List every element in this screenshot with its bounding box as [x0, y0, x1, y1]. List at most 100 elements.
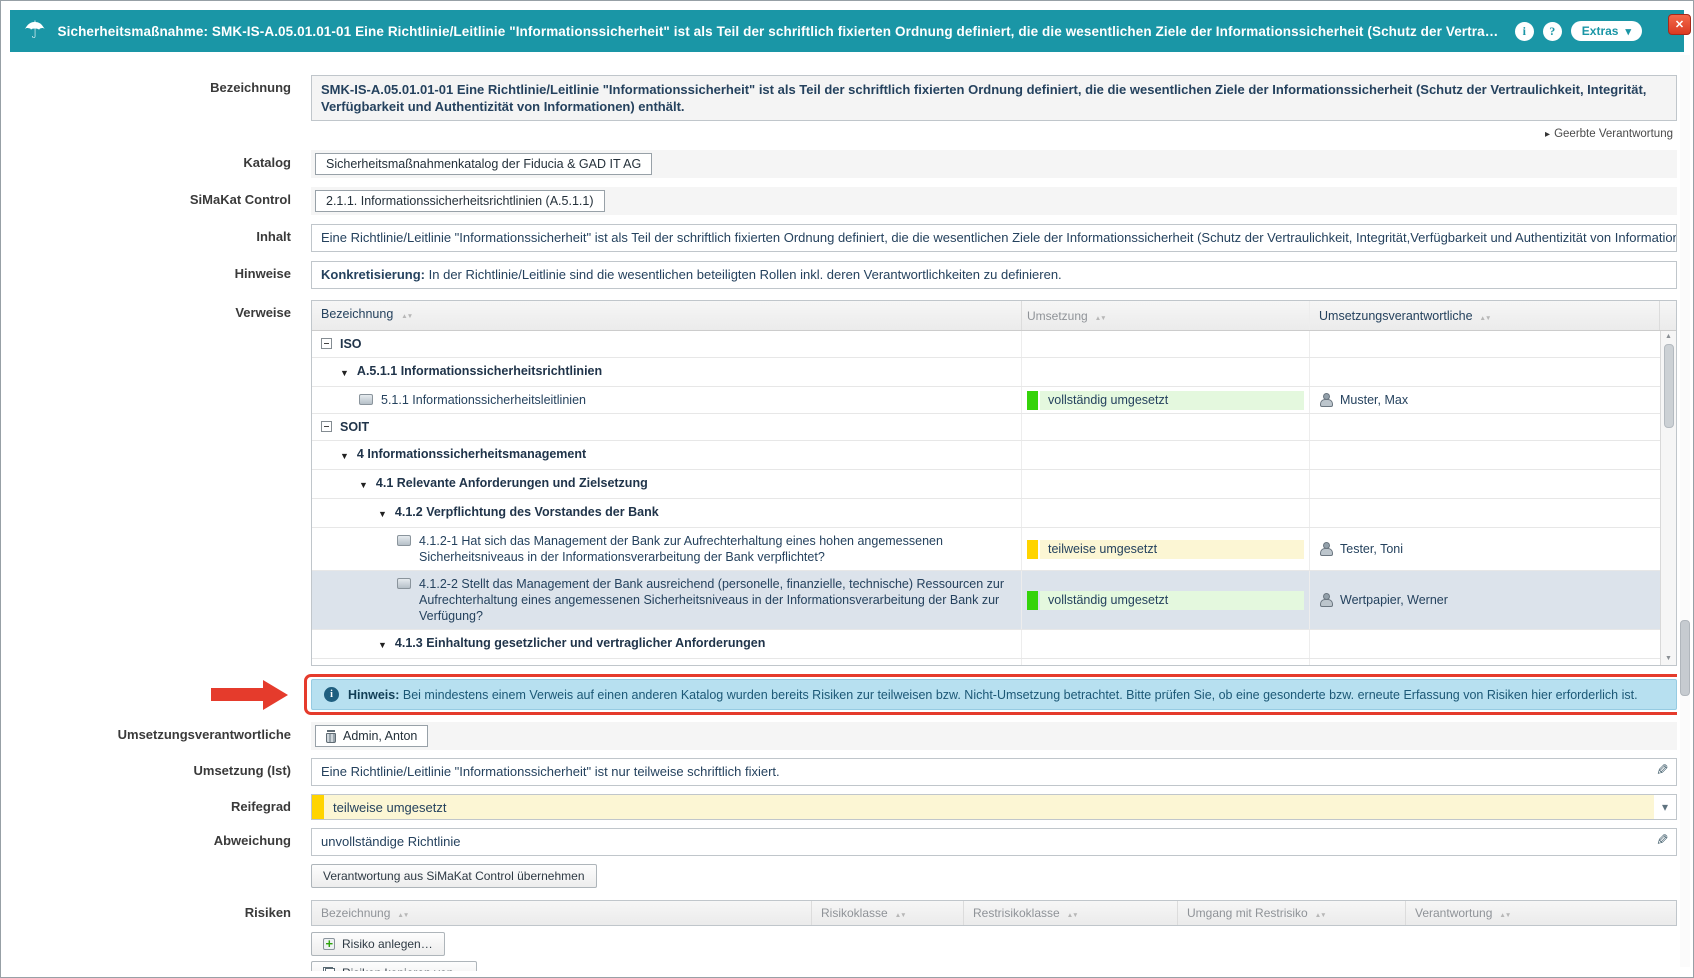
triangle-right-icon [1545, 128, 1554, 140]
dropdown-caret-icon[interactable] [1654, 795, 1676, 819]
inhalt-field[interactable]: Eine Richtlinie/Leitlinie "Informationss… [311, 224, 1677, 252]
column-header-risikoklasse[interactable]: Risikoklasse [812, 901, 964, 925]
verantwortung-uebernehmen-button[interactable]: Verantwortung aus SiMaKat Control überne… [311, 864, 597, 888]
hint-title: Hinweis: [348, 688, 399, 702]
status-indicator: vollständig umgesetzt [1027, 391, 1304, 410]
hint-row: i Hinweis: Bei mindestens einem Verweis … [11, 679, 1677, 710]
sort-icon[interactable] [1480, 309, 1491, 323]
expanded-node-icon[interactable] [378, 505, 387, 522]
column-header-umsetzungsverantwortliche[interactable]: Umsetzungsverantwortliche [1310, 301, 1660, 330]
verweise-row[interactable]: ISO [312, 331, 1660, 358]
katalog-chip[interactable]: Sicherheitsmaßnahmenkatalog der Fiducia … [315, 153, 652, 175]
column-header-verantwortung[interactable]: Verantwortung [1406, 901, 1676, 925]
column-header-bezeichnung[interactable]: Bezeichnung [312, 301, 1022, 330]
trash-icon[interactable] [326, 730, 336, 743]
verweise-row[interactable]: 5.1.1 Informationssicherheitsleitlinien v… [312, 387, 1660, 414]
document-icon [359, 394, 373, 405]
expanded-node-icon[interactable] [359, 476, 368, 493]
row-label: 4.1.2-1 Hat sich das Management der Bank… [419, 533, 1012, 565]
status-text: vollständig umgesetzt [1040, 391, 1304, 410]
row-label: ISO [340, 336, 362, 352]
scrollbar-thumb[interactable] [1664, 344, 1674, 428]
titlebar: Sicherheitsmaßnahme: SMK-IS-A.05.01.01-0… [10, 10, 1684, 52]
sort-icon[interactable] [895, 906, 906, 920]
reifegrad-select[interactable]: teilweise umgesetzt [311, 794, 1677, 820]
hinweise-label: Hinweise [11, 261, 311, 289]
expanded-node-icon[interactable] [340, 364, 349, 381]
uebernehmen-row: Verantwortung aus SiMaKat Control überne… [11, 864, 1677, 888]
sort-icon[interactable] [401, 306, 412, 325]
row-label: 4.1.2 Verpflichtung des Vorstandes der B… [395, 504, 659, 520]
inhalt-row: Inhalt Eine Richtlinie/Leitlinie "Inform… [11, 224, 1677, 252]
verweise-row[interactable]: A.5.1.1 Informationssicherheitsrichtlini… [312, 358, 1660, 387]
sort-icon[interactable] [1067, 906, 1078, 920]
geerbte-verantwortung-link[interactable]: Geerbte Verantwortung [1545, 128, 1673, 140]
verweise-scrollbar[interactable]: ▲ ▼ [1660, 331, 1676, 665]
page-scrollbar-thumb[interactable] [1680, 620, 1690, 696]
hinweise-row: Hinweise Konkretisierung: In der Richtli… [11, 261, 1677, 289]
simakat-chip[interactable]: 2.1.1. Informationssicherheitsrichtlinie… [315, 190, 605, 212]
umbrella-icon [24, 19, 46, 43]
hinweise-field[interactable]: Konkretisierung: In der Richtlinie/Leitl… [311, 261, 1677, 289]
umsetzung-ist-field[interactable]: Eine Richtlinie/Leitlinie "Informationss… [311, 758, 1677, 786]
verweise-row[interactable]: 4.1.2 Verpflichtung des Vorstandes der B… [312, 499, 1660, 528]
header-spacer [1660, 301, 1676, 330]
column-header-risiko-bezeichnung[interactable]: Bezeichnung [312, 901, 812, 925]
row-label: 4.1.2-2 Stellt das Management der Bank a… [419, 576, 1012, 624]
info-circle-icon: i [324, 687, 339, 702]
person-icon [1319, 542, 1333, 556]
status-text: teilweise umgesetzt [1040, 540, 1304, 559]
app-window: Sicherheitsmaßnahme: SMK-IS-A.05.01.01-0… [0, 0, 1694, 978]
hint-text-wrap: Hinweis: Bei mindestens einem Verweis au… [348, 688, 1638, 702]
bezeichnung-field[interactable]: SMK-IS-A.05.01.01-01 Eine Richtlinie/Lei… [311, 75, 1677, 121]
document-icon [397, 578, 411, 589]
column-header-umgang-mit-restrisiko[interactable]: Umgang mit Restrisiko [1178, 901, 1406, 925]
copy-icon [323, 967, 335, 971]
row-label: 4 Informationssicherheitsmanagement [357, 446, 586, 462]
scroll-down-icon[interactable]: ▼ [1665, 655, 1672, 663]
column-header-umsetzung[interactable]: Umsetzung [1022, 301, 1310, 330]
sort-icon[interactable] [397, 906, 408, 920]
risiko-anlegen-button[interactable]: Risiko anlegen… [311, 932, 445, 956]
help-icon[interactable]: ? [1543, 22, 1562, 41]
edit-icon[interactable] [1656, 833, 1669, 849]
verweise-row[interactable]: SOIT [312, 414, 1660, 441]
page-scrollbar[interactable] [1680, 55, 1690, 967]
row-label: 5.1.1 Informationssicherheitsleitlinien [381, 392, 586, 408]
abweichung-field[interactable]: unvollständige Richtlinie [311, 828, 1677, 856]
sort-icon[interactable] [1315, 906, 1326, 920]
collapse-minus-icon[interactable] [321, 421, 332, 432]
verweise-row[interactable]: 4.1.3 Einhaltung gesetzlicher und vertra… [312, 630, 1660, 659]
column-header-restrisikoklasse[interactable]: Restrisikoklasse [964, 901, 1178, 925]
collapse-minus-icon[interactable] [321, 338, 332, 349]
verweise-row[interactable]: 4 Informationssicherheitsmanagement [312, 441, 1660, 470]
hint-text: Bei mindestens einem Verweis auf einen a… [403, 688, 1638, 702]
verweise-row[interactable]: 4.1.2-2 Stellt das Management der Bank a… [312, 571, 1660, 630]
abweichung-row: Abweichung unvollständige Richtlinie [11, 828, 1677, 856]
close-button[interactable] [1668, 14, 1691, 35]
bezeichnung-label: Bezeichnung [11, 75, 311, 142]
status-color-block [312, 795, 324, 819]
sort-icon[interactable] [1095, 309, 1106, 323]
scroll-up-icon[interactable]: ▲ [1665, 333, 1672, 341]
person-chip[interactable]: Admin, Anton [315, 725, 428, 747]
verweise-row[interactable]: 4.1.3-1 Sind die gesetzlichen und vertra… [312, 659, 1660, 665]
reifegrad-row: Reifegrad teilweise umgesetzt [11, 794, 1677, 820]
verweise-rows: ISO A.5.1.1 Informationssicherheitsrichtl… [312, 331, 1660, 665]
sort-icon[interactable] [1499, 906, 1510, 920]
expanded-node-icon[interactable] [378, 636, 387, 653]
edit-icon[interactable] [1656, 763, 1669, 779]
verweise-row[interactable]: 4.1 Relevante Anforderungen und Zielsetz… [312, 470, 1660, 499]
verweise-row[interactable]: 4.1.2-1 Hat sich das Management der Bank… [312, 528, 1660, 571]
risiken-kopieren-button[interactable]: Risiken kopieren von… [311, 961, 477, 971]
katalog-label: Katalog [11, 150, 311, 178]
risiken-header: Bezeichnung Risikoklasse Restrisikoklass… [312, 901, 1676, 925]
hinweise-bold-prefix: Konkretisierung: [321, 267, 425, 282]
expanded-node-icon[interactable] [340, 447, 349, 464]
simakat-row: SiMaKat Control 2.1.1. Informationssiche… [11, 187, 1677, 215]
extras-button[interactable]: Extras [1571, 21, 1642, 41]
info-icon[interactable]: i [1515, 22, 1534, 41]
status-color-block [1027, 391, 1038, 410]
reifegrad-label: Reifegrad [11, 794, 311, 820]
umsetzung-ist-row: Umsetzung (Ist) Eine Richtlinie/Leitlini… [11, 758, 1677, 786]
